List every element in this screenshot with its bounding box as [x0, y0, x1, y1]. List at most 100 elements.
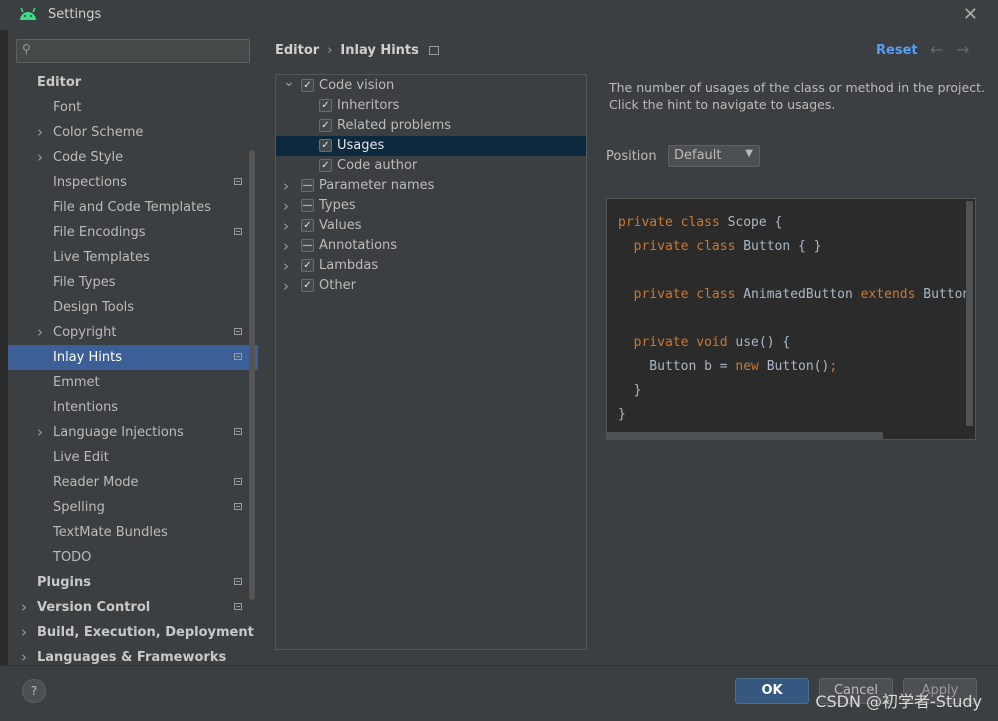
- chevron-right-icon[interactable]: ›: [283, 236, 289, 256]
- hint-item-parameter-names[interactable]: › — Parameter names: [276, 176, 586, 196]
- code-horizontal-scrollbar[interactable]: [607, 432, 883, 439]
- settings-sidebar: ⚲ Editor Font › Color Scheme › Code Style Insp…: [8, 30, 258, 666]
- code-line: private void use() {: [618, 331, 970, 355]
- hint-item-code-vision[interactable]: ⌄ ✓ Code vision: [276, 74, 586, 96]
- forward-arrow-icon[interactable]: →: [956, 40, 969, 59]
- sidebar-item-textmate-bundles[interactable]: TextMate Bundles: [8, 520, 258, 545]
- code-vertical-scrollbar[interactable]: [966, 201, 973, 426]
- sidebar-item-inspections[interactable]: Inspections: [8, 170, 258, 195]
- hint-item-types[interactable]: › — Types: [276, 196, 586, 216]
- partial-checkbox[interactable]: —: [301, 199, 314, 212]
- code-token: Button { }: [743, 239, 822, 254]
- sidebar-item-todo[interactable]: TODO: [8, 545, 258, 570]
- chevron-right-icon[interactable]: ›: [37, 320, 47, 345]
- breadcrumb-parent[interactable]: Editor: [275, 43, 319, 58]
- sidebar-item-font[interactable]: Font: [8, 95, 258, 120]
- search-icon: ⚲: [22, 42, 31, 56]
- chevron-right-icon[interactable]: ›: [283, 276, 289, 296]
- hint-item-code-author[interactable]: ✓ Code author: [276, 156, 586, 176]
- project-settings-icon: [234, 578, 242, 585]
- hint-item-label: Inheritors: [337, 98, 400, 113]
- reset-button[interactable]: Reset: [876, 43, 918, 58]
- hint-item-annotations[interactable]: › — Annotations: [276, 236, 586, 256]
- hint-item-values[interactable]: › ✓ Values: [276, 216, 586, 236]
- help-button[interactable]: ?: [22, 679, 46, 703]
- checkbox[interactable]: ✓: [301, 79, 314, 92]
- sidebar-item-version-control[interactable]: › Version Control: [8, 595, 258, 620]
- chevron-right-icon[interactable]: ›: [283, 176, 289, 196]
- code-text: private class Scope { private class Butt…: [618, 211, 970, 427]
- sidebar-item-copyright[interactable]: › Copyright: [8, 320, 258, 345]
- chevron-right-icon[interactable]: ›: [37, 420, 47, 445]
- chevron-right-icon[interactable]: ›: [283, 196, 289, 216]
- sidebar-scrollbar[interactable]: [249, 150, 255, 600]
- hint-item-lambdas[interactable]: › ✓ Lambdas: [276, 256, 586, 276]
- back-arrow-icon[interactable]: ←: [930, 40, 943, 59]
- title-bar: Settings ✕: [0, 0, 998, 30]
- sidebar-item-label: File Types: [53, 275, 116, 290]
- code-keyword: extends: [860, 287, 924, 302]
- sidebar-item-label: Design Tools: [53, 300, 135, 315]
- code-keyword: ;: [829, 359, 838, 374]
- chevron-right-icon[interactable]: ›: [21, 620, 31, 645]
- hint-item-related-problems[interactable]: ✓ Related problems: [276, 116, 586, 136]
- hint-item-other[interactable]: › ✓ Other: [276, 276, 586, 296]
- sidebar-item-file-encodings[interactable]: File Encodings: [8, 220, 258, 245]
- sidebar-item-label: File Encodings: [53, 225, 146, 240]
- hint-item-inheritors[interactable]: ✓ Inheritors: [276, 96, 586, 116]
- sidebar-item-label: Live Templates: [53, 250, 150, 265]
- partial-checkbox[interactable]: —: [301, 239, 314, 252]
- chevron-right-icon[interactable]: ›: [283, 256, 289, 276]
- chevron-right-icon[interactable]: ›: [37, 145, 47, 170]
- sidebar-item-spelling[interactable]: Spelling: [8, 495, 258, 520]
- chevron-down-icon[interactable]: ⌄: [283, 72, 295, 92]
- sidebar-item-language-injections[interactable]: › Language Injections: [8, 420, 258, 445]
- close-icon[interactable]: ✕: [963, 4, 978, 25]
- sidebar-item-label: Inspections: [53, 175, 127, 190]
- checkbox[interactable]: ✓: [319, 119, 332, 132]
- chevron-right-icon[interactable]: ›: [283, 216, 289, 236]
- sidebar-item-color-scheme[interactable]: › Color Scheme: [8, 120, 258, 145]
- chevron-right-icon[interactable]: ›: [37, 120, 47, 145]
- sidebar-item-file-and-code-templates[interactable]: File and Code Templates: [8, 195, 258, 220]
- sidebar-item-label: TextMate Bundles: [53, 525, 168, 540]
- breadcrumb-current: Inlay Hints: [340, 43, 419, 58]
- checkbox[interactable]: ✓: [319, 139, 332, 152]
- sidebar-item-build-execution-deployment[interactable]: › Build, Execution, Deployment: [8, 620, 258, 645]
- search-input[interactable]: ⚲: [16, 39, 250, 63]
- checkbox[interactable]: ✓: [301, 279, 314, 292]
- sidebar-item-reader-mode[interactable]: Reader Mode: [8, 470, 258, 495]
- sidebar-item-file-types[interactable]: File Types: [8, 270, 258, 295]
- sidebar-item-emmet[interactable]: Emmet: [8, 370, 258, 395]
- ok-button[interactable]: OK: [735, 678, 809, 704]
- checkbox[interactable]: ✓: [319, 99, 332, 112]
- settings-window: Settings ✕ ⚲ Editor Font › Color Scheme › Cod…: [0, 0, 998, 721]
- sidebar-item-code-style[interactable]: › Code Style: [8, 145, 258, 170]
- sidebar-item-plugins[interactable]: Plugins: [8, 570, 258, 595]
- partial-checkbox[interactable]: —: [301, 179, 314, 192]
- sidebar-item-live-edit[interactable]: Live Edit: [8, 445, 258, 470]
- sidebar-item-live-templates[interactable]: Live Templates: [8, 245, 258, 270]
- checkbox[interactable]: ✓: [319, 159, 332, 172]
- code-keyword: private class: [618, 215, 728, 230]
- sidebar-item-label: Intentions: [53, 400, 119, 415]
- sidebar-item-intentions[interactable]: Intentions: [8, 395, 258, 420]
- sidebar-item-design-tools[interactable]: Design Tools: [8, 295, 258, 320]
- chevron-right-icon[interactable]: ›: [21, 595, 31, 620]
- project-settings-icon: [234, 228, 242, 235]
- code-line: }: [618, 379, 970, 403]
- code-keyword: private void: [633, 335, 736, 350]
- sidebar-item-inlay-hints[interactable]: Inlay Hints: [8, 345, 258, 370]
- sidebar-item-label: Color Scheme: [53, 125, 144, 140]
- background-editor-edge: [0, 30, 8, 720]
- checkbox[interactable]: ✓: [301, 219, 314, 232]
- hint-item-usages[interactable]: ✓ Usages: [276, 136, 586, 156]
- position-dropdown[interactable]: Default ▼: [668, 145, 760, 167]
- sidebar-item-label: Editor: [37, 75, 82, 90]
- sidebar-item-label: File and Code Templates: [53, 200, 211, 215]
- sidebar-item-editor[interactable]: Editor: [8, 70, 258, 95]
- checkbox[interactable]: ✓: [301, 259, 314, 272]
